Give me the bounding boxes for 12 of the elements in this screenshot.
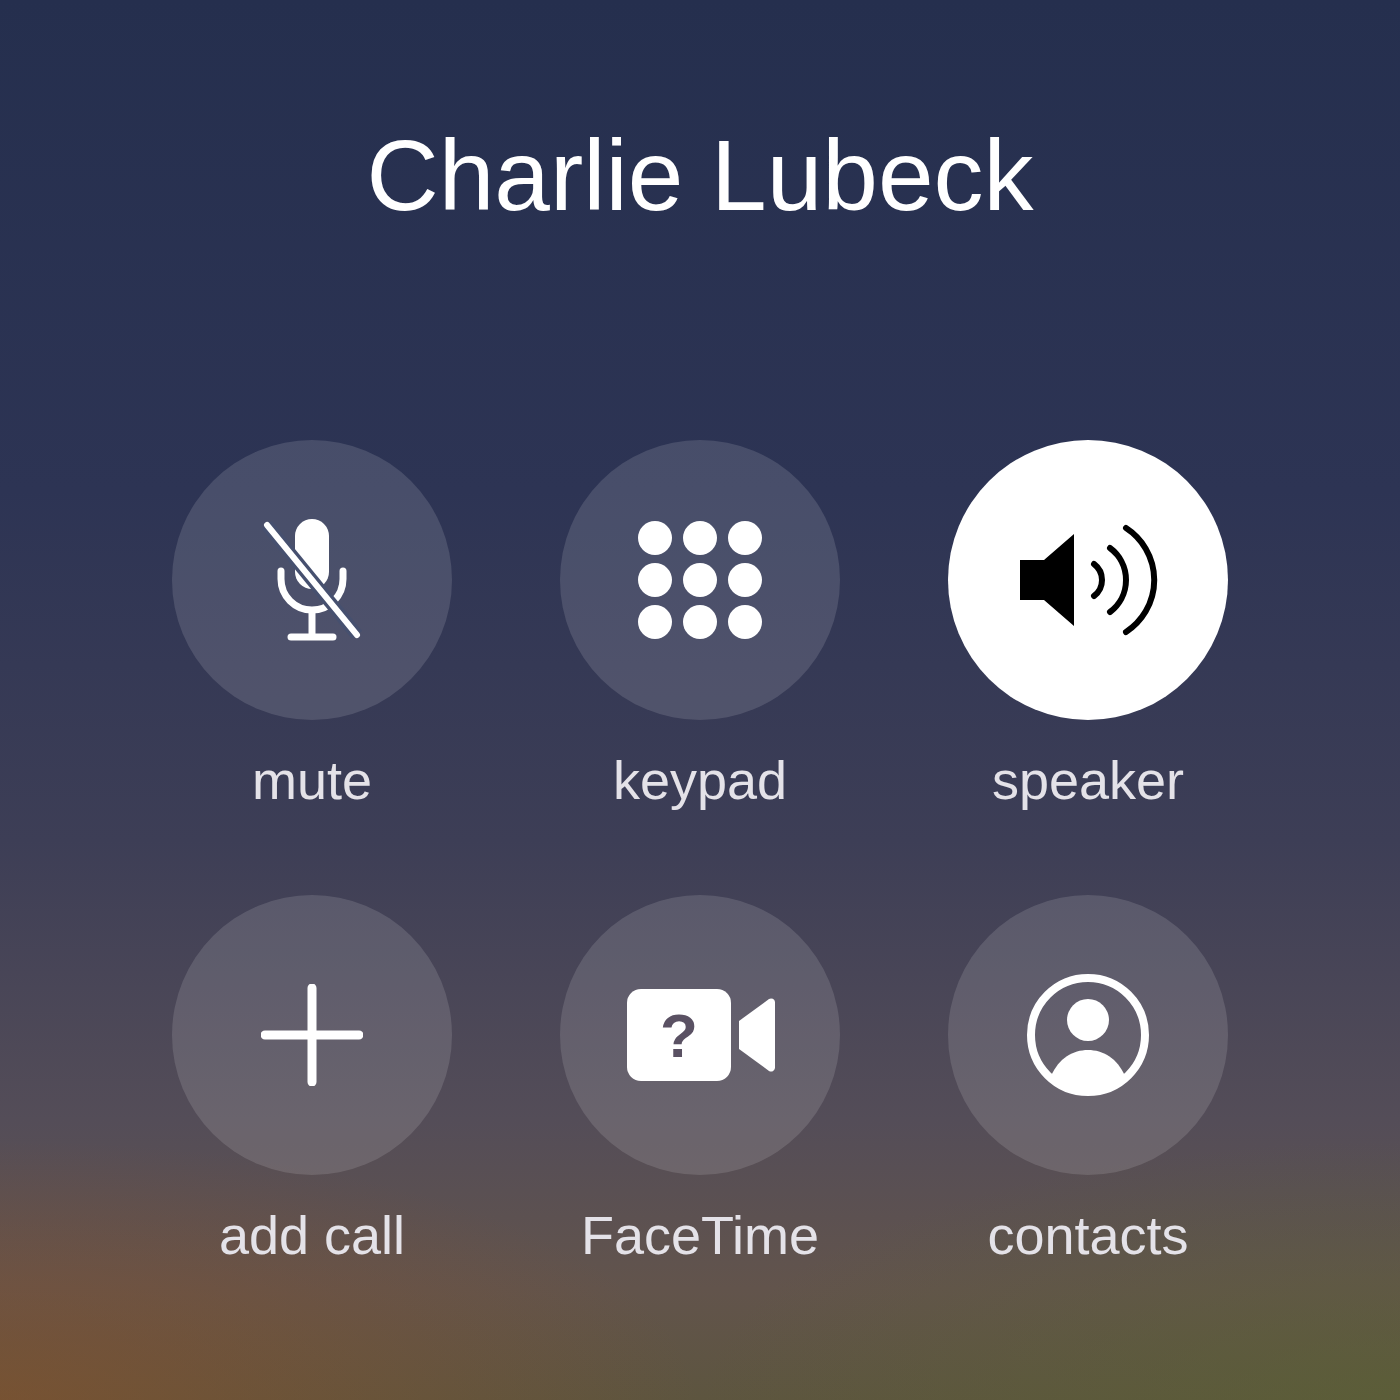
keypad-icon <box>638 521 762 639</box>
facetime-button[interactable]: ? <box>560 895 840 1175</box>
button-label: contacts <box>987 1205 1189 1265</box>
button-label: speaker <box>991 750 1185 810</box>
speaker-icon <box>1018 522 1158 638</box>
plus-icon <box>261 984 363 1086</box>
button-label: keypad <box>612 750 788 810</box>
button-label: add call <box>218 1205 406 1265</box>
caller-name: Charlie Lubeck <box>366 118 1034 233</box>
button-label: mute <box>251 750 373 810</box>
button-label: FaceTime <box>580 1205 819 1265</box>
person-circle-icon <box>1025 972 1151 1098</box>
